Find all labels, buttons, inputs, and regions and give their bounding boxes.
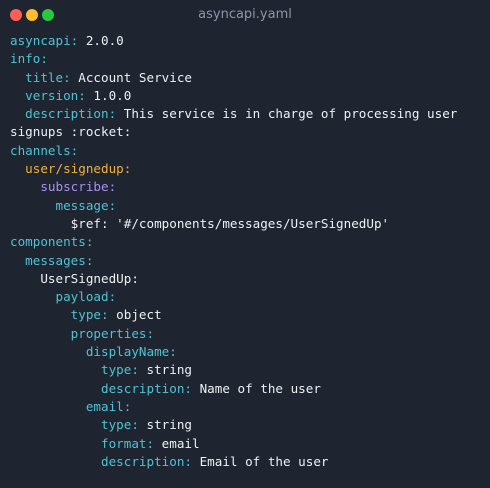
code-key: subscribe: — [40, 179, 117, 195]
code-line: $ref: '#/components/messages/UserSignedU… — [10, 215, 457, 233]
code-key: messages: — [25, 252, 94, 268]
code-key: message: — [55, 197, 117, 213]
code-key: payload: — [55, 289, 117, 305]
code-line: signups :rocket: — [10, 123, 457, 141]
code-value: 2.0.0 — [78, 33, 124, 48]
code-value: Account Service — [70, 69, 192, 85]
code-line: user/signedup: — [10, 160, 457, 178]
code-line: properties: — [10, 325, 457, 343]
code-line: messages: — [10, 252, 457, 270]
code-line: description: Email of the user — [10, 453, 457, 471]
code-value: string — [138, 417, 193, 433]
code-window: asyncapi.yaml asyncapi: 2.0.0 info: title… — [0, 0, 490, 488]
code-line: subscribe: — [10, 178, 457, 196]
code-key: email: — [85, 398, 132, 414]
code-key: version: — [25, 87, 86, 103]
code-line: title: Account Service — [10, 69, 457, 87]
code-value: $ref: '#/components/messages/UserSignedU… — [70, 215, 390, 231]
code-value: signups :rocket: — [10, 124, 132, 140]
code-value: email — [154, 435, 200, 451]
code-key: info: — [10, 51, 48, 67]
code-line: description: This service is in charge o… — [10, 105, 457, 123]
code-key: title: — [25, 69, 71, 85]
code-value: This service is in charge of processing … — [116, 106, 458, 122]
code-key: description: — [25, 106, 117, 122]
code-line: components: — [10, 233, 457, 251]
code-line: info: — [10, 50, 457, 68]
code-value: Name of the user — [192, 380, 321, 396]
code-key: description: — [101, 453, 192, 469]
code-key: user/signedup: — [25, 161, 132, 177]
code-value: object — [108, 307, 162, 323]
code-line: UserSignedUp: — [10, 270, 457, 288]
code-line: type: object — [10, 306, 457, 324]
code-key: type: — [101, 417, 139, 433]
code-key: type: — [70, 307, 109, 323]
code-value: string — [138, 362, 193, 378]
code-key: channels: — [10, 142, 79, 158]
code-editor[interactable]: asyncapi: 2.0.0 info: title: Account Serv… — [10, 32, 457, 471]
code-key: format: — [101, 435, 155, 451]
code-value: UserSignedUp: — [40, 270, 139, 286]
code-line: asyncapi: 2.0.0 — [10, 32, 457, 50]
code-line: description: Name of the user — [10, 380, 457, 398]
window-title: asyncapi.yaml — [198, 7, 292, 22]
code-line: displayName: — [10, 343, 457, 361]
code-value: 1.0.0 — [85, 87, 132, 103]
code-line: email: — [10, 398, 457, 416]
code-key: properties: — [70, 325, 155, 341]
code-line: channels: — [10, 142, 457, 160]
code-value: Email of the user — [192, 453, 329, 469]
code-line: message: — [10, 197, 457, 215]
code-key: asyncapi: — [10, 33, 79, 48]
code-line: type: string — [10, 416, 457, 434]
code-line: version: 1.0.0 — [10, 87, 457, 105]
title-bar: asyncapi.yaml — [0, 0, 490, 30]
code-key: description: — [101, 380, 192, 396]
code-key: components: — [10, 234, 94, 250]
code-line: type: string — [10, 361, 457, 379]
code-line: payload: — [10, 288, 457, 306]
code-key: type: — [101, 362, 139, 378]
code-line: format: email — [10, 435, 457, 453]
code-key: displayName: — [85, 344, 177, 360]
